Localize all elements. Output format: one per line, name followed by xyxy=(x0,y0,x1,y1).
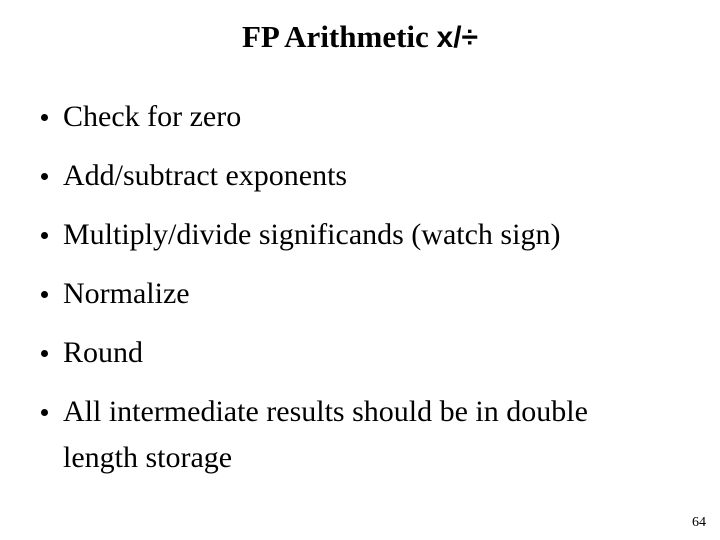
page-title-operator-symbols: x/÷ xyxy=(436,21,479,54)
list-item-label: Multiply/divide significands (watch sign… xyxy=(63,218,561,251)
list-item: Round xyxy=(36,330,656,376)
page-title: FP Arithmetic x/÷ xyxy=(0,18,720,57)
page-title-main: FP Arithmetic xyxy=(241,19,437,54)
list-item: Multiply/divide significands (watch sign… xyxy=(36,212,656,258)
list-item: Normalize xyxy=(36,271,656,317)
page-number: 64 xyxy=(692,515,706,530)
bullet-icon xyxy=(41,114,48,121)
list-item-label: All intermediate results should be in do… xyxy=(63,395,588,474)
list-item-label: Normalize xyxy=(63,277,190,310)
list-item: Check for zero xyxy=(36,94,656,140)
bullet-icon xyxy=(41,232,48,239)
list-item-label: Add/subtract exponents xyxy=(63,159,348,192)
bullet-list: Check for zero Add/subtract exponents Mu… xyxy=(36,94,656,481)
list-item-label: Round xyxy=(63,336,144,369)
list-item: Add/subtract exponents xyxy=(36,153,656,199)
list-item: All intermediate results should be in do… xyxy=(36,389,656,481)
slide-canvas: FP Arithmetic x/÷ Check for zero Add/sub… xyxy=(0,0,720,540)
bullet-icon xyxy=(41,350,48,357)
list-item-label: Check for zero xyxy=(63,100,242,133)
bullet-icon xyxy=(41,173,48,180)
bullet-icon xyxy=(41,409,48,416)
bullet-icon xyxy=(41,291,48,298)
